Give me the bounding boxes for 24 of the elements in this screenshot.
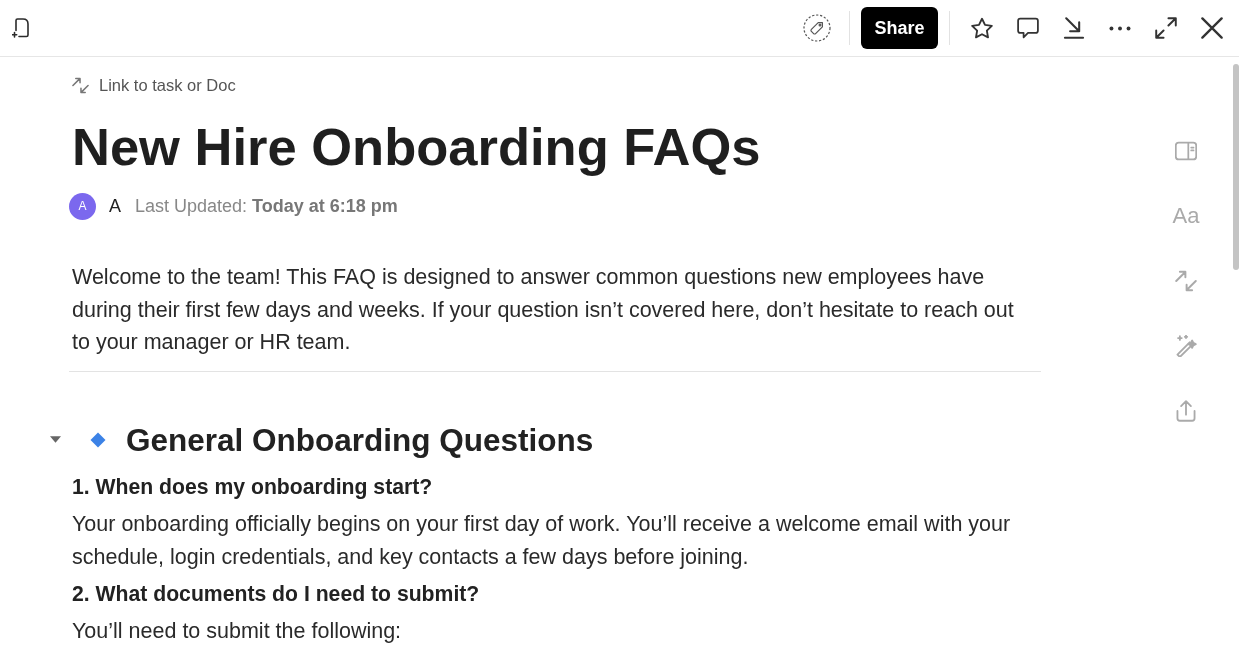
caret-icon[interactable]	[50, 436, 61, 443]
comment-icon[interactable]	[1017, 17, 1039, 39]
section-heading: General Onboarding Questions	[126, 420, 594, 460]
answer-text: You’ll need to submit the following:	[72, 617, 403, 645]
answer-text: Your onboarding officially begins on your first day of work. You’ll receive a welcome email with your schedule, login credentials, and key contacts a few days before joining.	[72, 510, 1012, 571]
page-plus-icon[interactable]	[12, 18, 29, 38]
author-name: A	[109, 195, 121, 217]
question-heading: 2. What documents do I need to submit?	[72, 580, 481, 607]
share-button[interactable]: Share	[861, 7, 938, 49]
more-icon[interactable]	[1109, 25, 1131, 31]
close-icon[interactable]	[1201, 17, 1223, 39]
scrollbar-thumb[interactable]	[1233, 64, 1239, 270]
arrow-to-line-icon[interactable]	[1063, 17, 1085, 39]
question-heading: 1. When does my onboarding start?	[72, 473, 434, 501]
document-title: New Hire Onboarding FAQs	[72, 117, 762, 177]
intro-paragraph: Welcome to the team! This FAQ is designed to answer common questions new employees have during their first few days and weeks. If your question isn’t covered here, don’t hesitate to reach out to your manager or HR team.	[72, 264, 1015, 356]
link-arrows-icon	[72, 76, 89, 94]
user-avatar: A	[69, 192, 96, 220]
link-to-task-button[interactable]: Link to task or Doc	[72, 75, 236, 95]
tag-icon[interactable]	[803, 14, 831, 42]
last-updated-text: Last Updated: Today at 6:18 pm	[135, 195, 398, 217]
star-icon[interactable]	[971, 17, 993, 39]
diamond-icon	[90, 431, 106, 448]
expand-icon[interactable]	[1155, 17, 1177, 39]
